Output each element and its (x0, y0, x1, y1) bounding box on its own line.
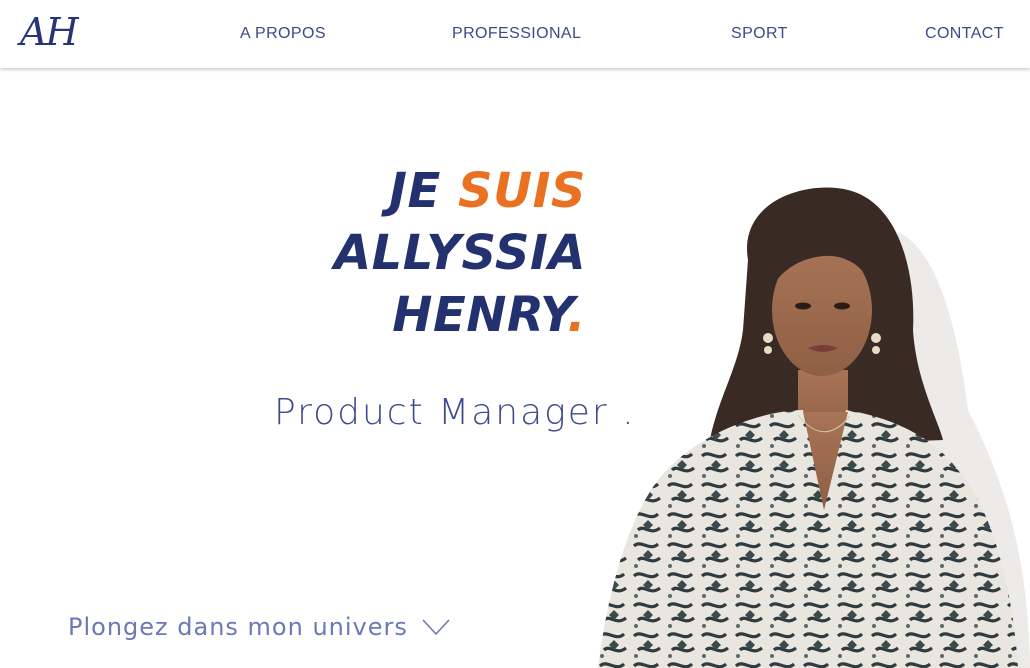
site-logo[interactable]: AH (20, 10, 79, 54)
scroll-prompt-label: Plongez dans mon univers (68, 613, 408, 641)
hero-heading: JE SUIS ALLYSSIA HENRY. (334, 160, 586, 346)
hero-first-name: ALLYSSIA (333, 225, 586, 281)
hero-word-suis: SUIS (458, 163, 586, 219)
hero-line-3: HENRY. (392, 287, 586, 343)
job-title: Product Manager . (274, 392, 636, 433)
top-navbar: AH A PROPOS PROFESSIONAL SPORT CONTACT (0, 0, 1030, 68)
nav-link-contact[interactable]: CONTACT (925, 24, 1004, 44)
nav-link-professional[interactable]: PROFESSIONAL (452, 24, 581, 44)
hero-last-name: HENRY (392, 287, 568, 343)
nav-link-sport[interactable]: SPORT (731, 24, 788, 44)
chevron-down-icon (422, 619, 450, 636)
hero-line-1: JE SUIS (389, 163, 586, 219)
hero-accent-dot: . (567, 287, 586, 343)
portrait-photo (598, 187, 1030, 668)
scroll-down-link[interactable]: Plongez dans mon univers (68, 611, 450, 643)
nav-link-a-propos[interactable]: A PROPOS (240, 24, 326, 44)
hero-word-je: JE (389, 163, 441, 219)
page: AH A PROPOS PROFESSIONAL SPORT CONTACT J… (0, 0, 1030, 668)
